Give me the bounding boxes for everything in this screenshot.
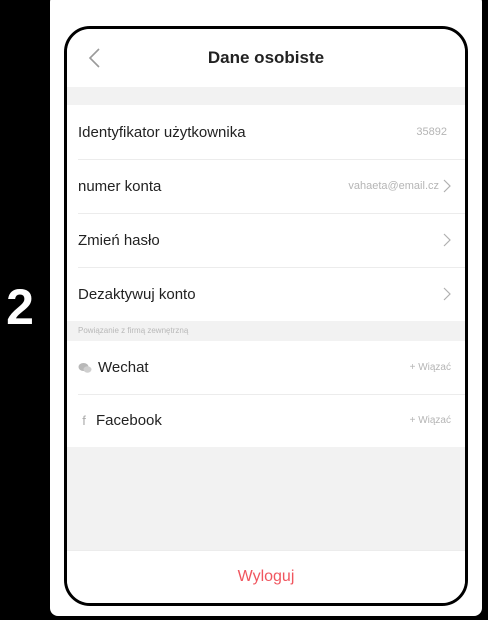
- deactivate-account-label: Dezaktywuj konto: [78, 285, 196, 303]
- wechat-label: Wechat: [98, 359, 149, 376]
- logout-button[interactable]: Wyloguj: [67, 550, 465, 603]
- header-bar: Dane osobiste: [67, 29, 465, 87]
- change-password-row[interactable]: Zmień hasło: [67, 213, 465, 267]
- account-settings-list: Identyfikator użytkownika 35892 numer ko…: [67, 105, 465, 321]
- wechat-icon: [78, 362, 92, 373]
- deactivate-account-row[interactable]: Dezaktywuj konto: [67, 267, 465, 321]
- account-number-row[interactable]: numer konta vahaeta@email.cz: [67, 159, 465, 213]
- facebook-bind-button[interactable]: + Wiązać: [410, 415, 451, 426]
- user-id-label: Identyfikator użytkownika: [78, 123, 246, 141]
- account-number-label: numer konta: [78, 177, 162, 195]
- logout-label: Wyloguj: [237, 568, 295, 585]
- facebook-icon: f: [82, 413, 86, 428]
- facebook-label: Facebook: [96, 412, 162, 429]
- step-number: 2: [6, 279, 34, 335]
- spacer: [67, 87, 465, 105]
- chevron-right-icon: [443, 233, 451, 247]
- chevron-right-icon: [443, 179, 451, 193]
- facebook-row[interactable]: f Facebook + Wiązać: [67, 394, 465, 447]
- chevron-left-icon[interactable]: [87, 47, 103, 69]
- user-id-row: Identyfikator użytkownika 35892: [67, 105, 465, 159]
- phone-screen: Dane osobiste Identyfikator użytkownika …: [64, 26, 468, 606]
- user-id-value: 35892: [416, 126, 447, 138]
- change-password-label: Zmień hasło: [78, 231, 160, 249]
- third-party-section-label: Powiązanie z firmą zewnętrzną: [67, 321, 465, 341]
- page-title: Dane osobiste: [207, 48, 325, 67]
- third-party-list: Wechat + Wiązać f Facebook + Wiązać: [67, 341, 465, 447]
- wechat-bind-button[interactable]: + Wiązać: [410, 362, 451, 373]
- account-email-value: vahaeta@email.cz: [348, 180, 439, 192]
- wechat-row[interactable]: Wechat + Wiązać: [67, 341, 465, 394]
- chevron-right-icon: [443, 287, 451, 301]
